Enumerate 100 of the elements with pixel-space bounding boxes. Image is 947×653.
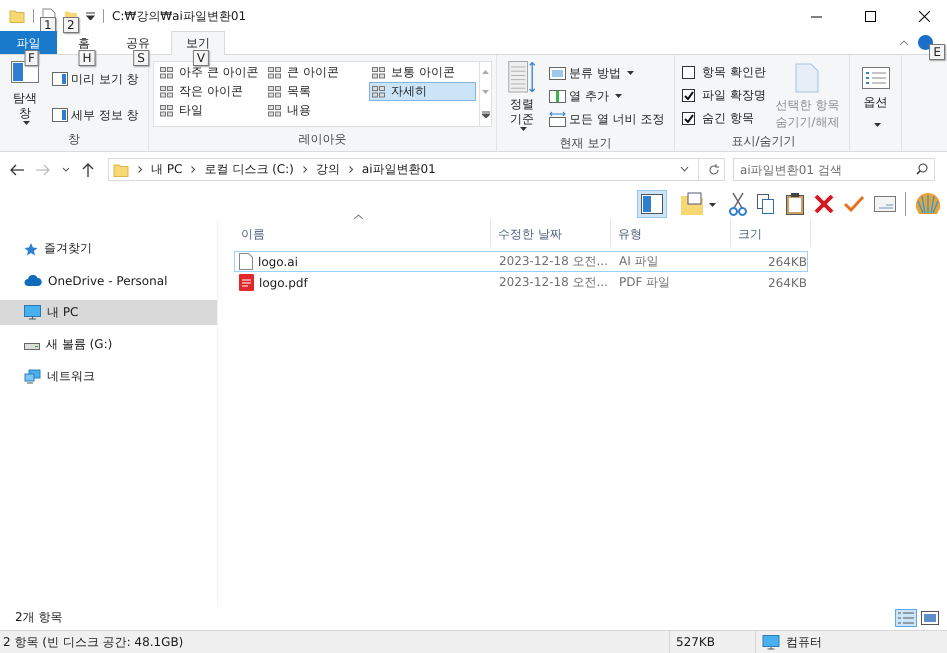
group-label: 레이아웃	[298, 131, 348, 148]
keytip-tooltip: 2	[63, 17, 79, 33]
add-columns-button[interactable]: 열 추가	[547, 86, 666, 106]
breadcrumb[interactable]: ai파일변환01	[362, 161, 436, 178]
sidebar-item[interactable]: OneDrive - Personal	[0, 268, 217, 293]
dropdown-icon	[520, 127, 527, 131]
document-icon	[795, 63, 820, 93]
pane-icon	[641, 194, 663, 214]
sort-by-button[interactable]: 정렬 기준	[501, 59, 543, 133]
computer-icon	[24, 305, 41, 320]
size-cell: 264KB	[768, 254, 807, 268]
envelope-icon[interactable]	[874, 196, 896, 212]
toolbar-button[interactable]	[637, 190, 667, 218]
details-pane-button[interactable]: 세부 정보 창	[50, 105, 141, 125]
date-cell: 2023-12-18 오전...	[499, 275, 608, 289]
checkbox-label: 파일 확장명	[702, 87, 766, 104]
column-width-icon	[549, 111, 566, 127]
type-cell: AI 파일	[619, 254, 659, 268]
folder-icon	[9, 8, 25, 24]
view-toggle-button[interactable]	[919, 608, 941, 626]
column-header[interactable]: 수정한 날짜	[498, 227, 562, 241]
preview-pane-icon	[52, 72, 68, 86]
view-icon	[268, 86, 282, 98]
window-title: C:₩강의₩ai파일변환01	[112, 8, 246, 24]
checkbox-label: 항목 확인란	[702, 64, 766, 81]
checkbox[interactable]	[682, 112, 695, 125]
status-size: 527KB	[676, 635, 716, 649]
checkbox[interactable]	[682, 89, 695, 102]
more-icon[interactable]	[482, 110, 490, 118]
layout-option[interactable]: 자세히	[369, 82, 476, 101]
file-name: logo.pdf	[259, 276, 308, 290]
layout-option[interactable]: 아주 큰 아이콘	[157, 63, 265, 82]
column-header[interactable]: 크기	[738, 227, 762, 241]
copy-icon[interactable]	[756, 192, 776, 214]
options-button[interactable]: 옵션	[854, 59, 896, 133]
size-cell: 264KB	[768, 276, 807, 290]
sidebar-item[interactable]: 즐겨찾기	[0, 236, 217, 261]
close-icon	[918, 10, 930, 22]
back-button[interactable]	[10, 164, 24, 176]
shell-icon[interactable]	[915, 192, 941, 216]
keytip-tooltip: F	[24, 50, 39, 66]
chevron-icon	[302, 166, 307, 173]
file-row[interactable]: logo.pdf 2023-12-18 오전... PDF 파일 264KB	[234, 272, 808, 293]
network-icon	[24, 369, 41, 384]
view-icon	[268, 66, 282, 78]
pdf-icon	[239, 274, 254, 291]
recent-locations-button[interactable]	[62, 167, 70, 172]
breadcrumb[interactable]: 내 PC	[151, 161, 182, 178]
view-icon	[160, 66, 174, 78]
ribbon-tab[interactable]: 파일	[0, 31, 57, 54]
preview-pane-button[interactable]: 미리 보기 창	[50, 69, 141, 89]
collapse-icon[interactable]	[899, 40, 909, 46]
group-icon	[549, 65, 566, 81]
breadcrumb[interactable]: 로컬 디스크 (C:)	[204, 161, 294, 178]
up-button[interactable]	[82, 162, 94, 176]
layout-option[interactable]: 목록	[265, 82, 369, 101]
column-header[interactable]: 이름	[241, 227, 265, 241]
layout-option[interactable]: 작은 아이콘	[157, 82, 265, 101]
refresh-icon[interactable]	[708, 164, 720, 176]
dropdown-icon	[614, 94, 622, 98]
cloud-icon	[24, 274, 42, 286]
sidebar-item[interactable]: 새 볼륨 (G:)	[0, 332, 217, 357]
checkmark-icon[interactable]	[843, 194, 865, 212]
layout-option[interactable]: 큰 아이콘	[265, 63, 369, 82]
sidebar-item[interactable]: 네트워크	[0, 364, 217, 389]
item-count: 2개 항목	[15, 609, 62, 626]
chevron-icon	[138, 166, 142, 173]
scissors-icon[interactable]	[729, 192, 747, 216]
file-name: logo.ai	[258, 254, 298, 268]
chevron-icon	[191, 166, 196, 173]
clipboard-icon[interactable]	[785, 192, 805, 216]
group-by-button[interactable]: 분류 방법	[547, 63, 666, 83]
computer-icon	[762, 634, 780, 650]
dropdown-icon[interactable]	[680, 167, 689, 172]
keytip-tooltip: S	[133, 50, 149, 66]
size-columns-button[interactable]: 모든 열 너비 조정	[547, 109, 666, 129]
status-location: 컴퓨터	[786, 634, 822, 650]
checkbox[interactable]	[682, 66, 695, 79]
dropdown-icon	[23, 121, 30, 125]
view-icon	[372, 86, 386, 98]
keytip-tooltip: H	[78, 50, 96, 66]
view-toggle-button[interactable]	[895, 608, 917, 626]
layout-option[interactable]: 타일	[157, 101, 265, 120]
chevron-icon	[348, 166, 353, 173]
help-icon[interactable]	[918, 35, 933, 50]
delete-icon[interactable]	[814, 194, 834, 214]
maximize-icon	[864, 10, 876, 22]
type-cell: PDF 파일	[619, 275, 670, 289]
dropdown-icon	[626, 71, 634, 75]
sidebar-item[interactable]: 내 PC	[0, 300, 217, 325]
sort-icon	[508, 61, 536, 95]
layout-option[interactable]: 내용	[265, 101, 369, 120]
file-row[interactable]: logo.ai 2023-12-18 오전... AI 파일 264KB	[234, 251, 808, 272]
breadcrumb[interactable]: 강의	[316, 161, 340, 178]
dropdown-icon[interactable]	[86, 12, 95, 20]
notepad-folder-icon	[680, 192, 716, 216]
folder-icon	[113, 162, 129, 178]
search-field[interactable]: ai파일변환01 검색	[733, 158, 935, 181]
layout-option[interactable]: 보통 아이콘	[369, 63, 476, 82]
column-header[interactable]: 유형	[618, 227, 642, 241]
